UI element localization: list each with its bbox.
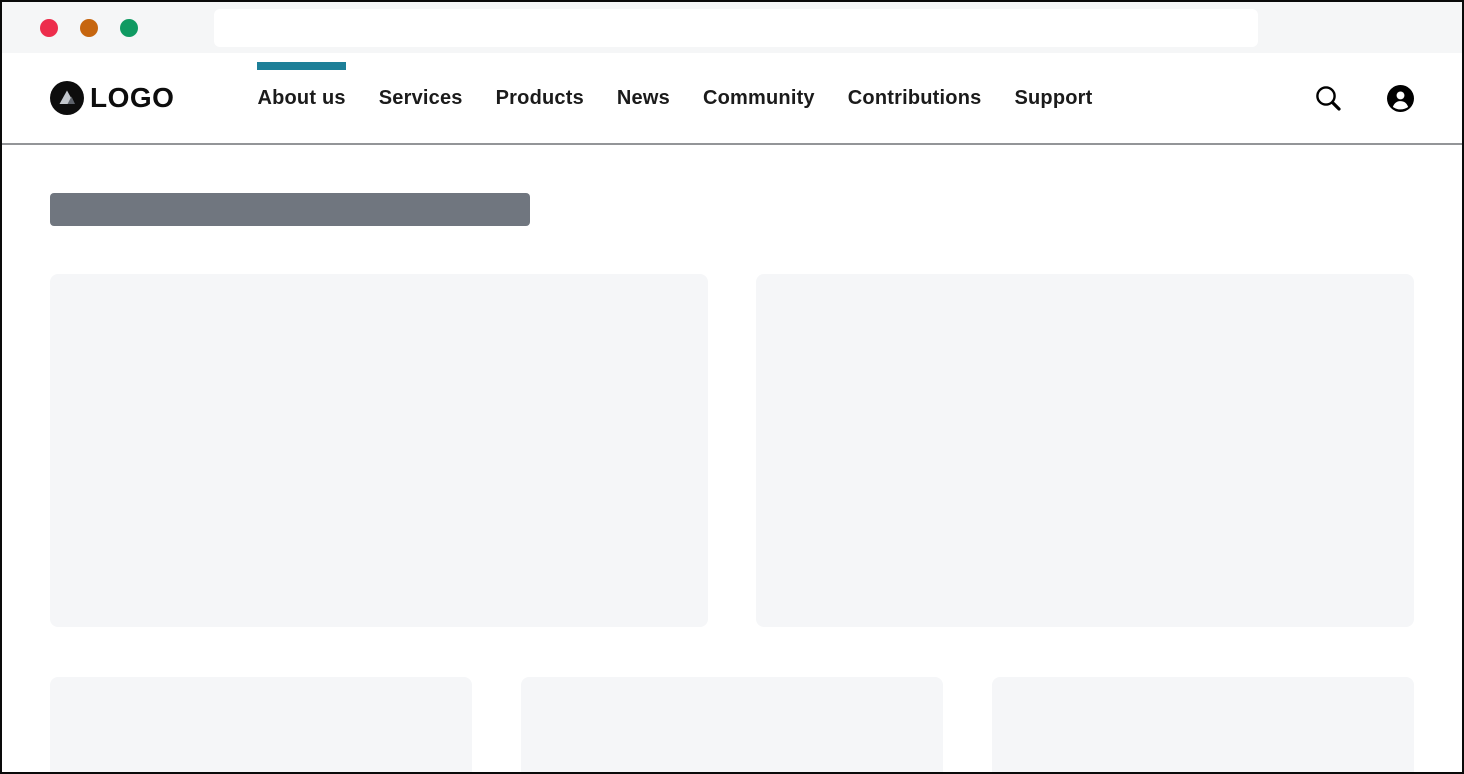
placeholder-card-small-3: [992, 677, 1414, 774]
minimize-button[interactable]: [80, 19, 98, 37]
nav-item-services[interactable]: Services: [362, 53, 479, 143]
heading-placeholder-bar: [50, 193, 530, 226]
browser-chrome-bar: [2, 2, 1462, 53]
account-button[interactable]: [1387, 85, 1414, 112]
placeholder-card-large-1: [50, 274, 708, 627]
nav-item-products[interactable]: Products: [479, 53, 600, 143]
user-avatar-icon: [1387, 85, 1414, 112]
browser-window: LOGO About us Services Products News Com…: [0, 0, 1464, 774]
navbar-actions: [1313, 83, 1414, 113]
placeholder-card-small-1: [50, 677, 472, 774]
nav-item-news[interactable]: News: [600, 53, 686, 143]
traffic-lights: [40, 19, 138, 37]
site-navbar: LOGO About us Services Products News Com…: [2, 53, 1462, 143]
mountain-logo-icon: [50, 81, 84, 115]
secondary-cards-row: [50, 677, 1414, 774]
featured-cards-row: [50, 274, 1414, 627]
search-button[interactable]: [1313, 83, 1343, 113]
nav-item-support[interactable]: Support: [998, 53, 1109, 143]
nav-item-community[interactable]: Community: [686, 53, 831, 143]
placeholder-card-large-2: [756, 274, 1414, 627]
nav-item-contributions[interactable]: Contributions: [831, 53, 998, 143]
placeholder-card-small-2: [521, 677, 943, 774]
nav-menu: About us Services Products News Communit…: [257, 53, 1109, 143]
close-button[interactable]: [40, 19, 58, 37]
logo-text: LOGO: [90, 82, 174, 114]
page-content: [2, 145, 1462, 774]
address-bar-input[interactable]: [214, 9, 1258, 47]
nav-item-about-us[interactable]: About us: [257, 53, 362, 143]
maximize-button[interactable]: [120, 19, 138, 37]
logo[interactable]: LOGO: [50, 81, 174, 115]
search-icon: [1313, 83, 1343, 113]
